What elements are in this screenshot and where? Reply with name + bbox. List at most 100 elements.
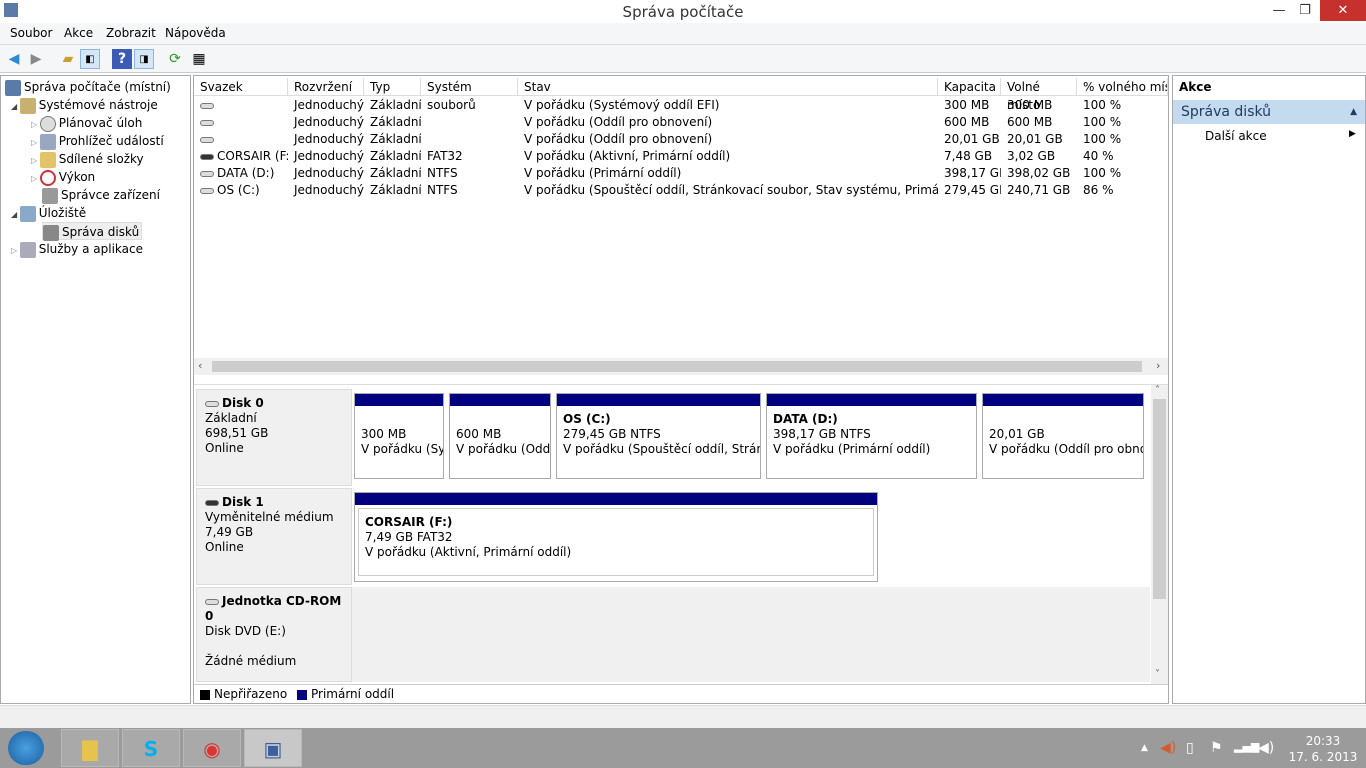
partition[interactable]: CORSAIR (F:) 7,49 GB FAT32 V pořádku (Akti… (354, 492, 878, 582)
skype-icon[interactable]: S (122, 729, 180, 767)
col-capacity[interactable]: Kapacita (938, 78, 1001, 96)
drive-icon (200, 119, 214, 126)
disk-size: 7,49 GB (205, 525, 254, 539)
partition[interactable]: 300 MBV pořádku (Systémový oddíl EFI) (354, 393, 444, 479)
show-hidden-icons[interactable]: ▲ (1141, 743, 1148, 753)
close-button[interactable]: ✕ (1320, 0, 1366, 21)
partition[interactable]: DATA (D:) 398,17 GB NTFS V pořádku (Primár… (766, 393, 977, 479)
col-free[interactable]: Volné místo (1001, 78, 1077, 112)
cell-text: 398,02 GB (1007, 166, 1071, 180)
tree-label: Sdílené složky (58, 152, 144, 166)
volume-row[interactable]: Jednoduchý Základní V pořádku (Systémový o… (194, 97, 1168, 114)
cell-text: 20,01 GB (1007, 132, 1063, 146)
disk-0-label[interactable]: Disk 0 Základní 698,51 GB Online (196, 389, 352, 486)
menu-soubor[interactable]: Soubor (10, 26, 52, 40)
menu-akce[interactable]: Akce (64, 26, 93, 40)
actions-section-disk-management[interactable]: Správa disků ▲ (1173, 100, 1365, 124)
tree-item-disk-management[interactable]: Správa disků (42, 222, 143, 241)
partition-l2: V pořádku (Oddíl pro obnovení) (989, 442, 1143, 456)
file-explorer-icon[interactable]: ▇ (61, 729, 119, 767)
horizontal-scrollbar[interactable]: ‹ › (194, 358, 1168, 375)
partition-bar (983, 394, 1143, 406)
menu-napoveda[interactable]: Nápověda (165, 26, 226, 40)
tree-item-performance[interactable]: ▷ Výkon (31, 168, 95, 186)
show-hide-action-pane-icon[interactable]: ◨ (134, 49, 154, 69)
partition[interactable]: 600 MBV pořádku (Oddíl pro obnovení) (449, 393, 551, 479)
volume-row[interactable]: Jednoduchý Základní V pořádku (Oddíl pro o… (194, 131, 1168, 148)
partition-bar (557, 394, 760, 406)
tree-item-task-scheduler[interactable]: ▷ Plánovač úloh (31, 114, 142, 132)
scroll-left-icon[interactable]: ‹ (198, 359, 202, 372)
tree-item-shared-folders[interactable]: ▷ Sdílené složky (31, 150, 144, 168)
restore-button[interactable]: ❐ (1290, 0, 1320, 21)
disk-name: Disk 1 (222, 495, 264, 509)
col-status[interactable]: Stav (518, 78, 938, 96)
more-actions[interactable]: Další akce (1205, 129, 1267, 143)
volume-row[interactable]: CORSAIR (F:) Jednoduchý Základní FAT32 V poř… (194, 148, 1168, 165)
computer-management-taskbar-icon[interactable]: ▣ (244, 729, 302, 767)
partition[interactable]: OS (C:) 279,45 GB NTFS V pořádku (Spouštěc… (556, 393, 761, 479)
partition-info: 300 MBV pořádku (Systémový oddíl EFI) (355, 406, 443, 463)
scroll-thumb[interactable] (212, 361, 1142, 372)
cdrom-label[interactable]: Jednotka CD-ROM 0 Disk DVD (E:) Žádné mé… (196, 587, 352, 682)
cell-text: NTFS (427, 183, 458, 197)
tree-item-event-viewer[interactable]: ▷ Prohlížeč událostí (31, 132, 164, 150)
network-signal-icon[interactable]: ▂▄▆ (1234, 740, 1259, 753)
col-filesystem[interactable]: Systém souborů (421, 78, 518, 112)
tree-item-system-tools[interactable]: ◢ Systémové nástroje (11, 96, 158, 114)
tree-item-storage[interactable]: ◢ Úložiště (11, 204, 86, 222)
help-icon[interactable]: ? (112, 49, 132, 69)
cell-text: 100 % (1083, 166, 1122, 180)
chrome-icon[interactable]: ◉ (183, 729, 241, 767)
partition-l1: 600 MB (456, 427, 502, 441)
partition-l2: V pořádku (Systémový oddíl EFI) (361, 442, 443, 456)
disk-graph: Disk 0 Základní 698,51 GB Online Disk 1 … (194, 384, 1168, 685)
tree-item-device-manager[interactable]: Správce zařízení (42, 186, 160, 204)
col-type[interactable]: Typ (364, 78, 421, 96)
forward-icon[interactable]: ▶ (26, 49, 46, 69)
action-center-flag-icon[interactable]: ⚑ (1210, 740, 1223, 756)
scroll-thumb[interactable] (1153, 399, 1166, 599)
cell-text: Jednoduchý (294, 166, 364, 180)
cell: Jednoduchý (288, 182, 364, 199)
volume-row[interactable]: Jednoduchý Základní V pořádku (Oddíl pro o… (194, 114, 1168, 131)
tools-icon (19, 97, 36, 114)
cell: V pořádku (Oddíl pro obnovení) (518, 131, 938, 148)
cell-text: 100 % (1083, 132, 1122, 146)
col-volume[interactable]: Svazek (194, 78, 288, 96)
vertical-scrollbar[interactable]: ˄ ˅ (1151, 385, 1168, 685)
tree-label: Správa počítače (místní) (24, 80, 171, 94)
tree-label: Prohlížeč událostí (58, 134, 164, 148)
tree-root[interactable]: Správa počítače (místní) (5, 78, 171, 96)
up-folder-icon[interactable]: ▰ (58, 49, 78, 69)
collapse-icon[interactable]: ▲ (1350, 100, 1357, 124)
back-icon[interactable]: ◀ (4, 49, 24, 69)
cell: OS (C:) (194, 182, 288, 199)
partition[interactable]: 20,01 GBV pořádku (Oddíl pro obnovení) (982, 393, 1144, 479)
menu-zobrazit[interactable]: Zobrazit (106, 26, 156, 40)
volume-row[interactable]: OS (C:) Jednoduchý Základní NTFS V pořádku (… (194, 182, 1168, 199)
cell-text: 100 % (1083, 98, 1122, 112)
tree-item-services-apps[interactable]: ▷ Služby a aplikace (11, 240, 143, 258)
cell: Základní (364, 165, 421, 182)
clock[interactable]: 20:33 17. 6. 2013 (1288, 733, 1358, 765)
col-percent-free[interactable]: % volného místa (1077, 78, 1168, 96)
show-hide-tree-icon[interactable]: ◧ (80, 49, 100, 69)
scroll-right-icon[interactable]: › (1156, 359, 1160, 372)
start-button[interactable] (8, 731, 44, 765)
properties-icon[interactable]: ▦ (189, 49, 209, 69)
volume-icon[interactable]: ◀) (1258, 740, 1274, 756)
refresh-icon[interactable]: ⟳ (165, 49, 185, 69)
scroll-up-icon[interactable]: ˄ (1155, 385, 1160, 396)
cell-text: 7,48 GB (944, 149, 993, 163)
disk-1-label[interactable]: Disk 1 Vyměnitelné médium 7,49 GB Online (196, 488, 352, 585)
cell: Jednoduchý (288, 97, 364, 114)
cell: V pořádku (Spouštěcí oddíl, Stránkovací … (518, 182, 938, 199)
scroll-down-icon[interactable]: ˅ (1155, 669, 1160, 680)
power-icon[interactable]: ▯ (1186, 740, 1194, 756)
cell (194, 97, 288, 114)
cell-text: 300 MB (944, 98, 990, 112)
volume-muted-icon[interactable]: ◀) (1160, 740, 1176, 756)
volume-row[interactable]: DATA (D:) Jednoduchý Základní NTFS V pořádku… (194, 165, 1168, 182)
col-layout[interactable]: Rozvržení (288, 78, 364, 96)
